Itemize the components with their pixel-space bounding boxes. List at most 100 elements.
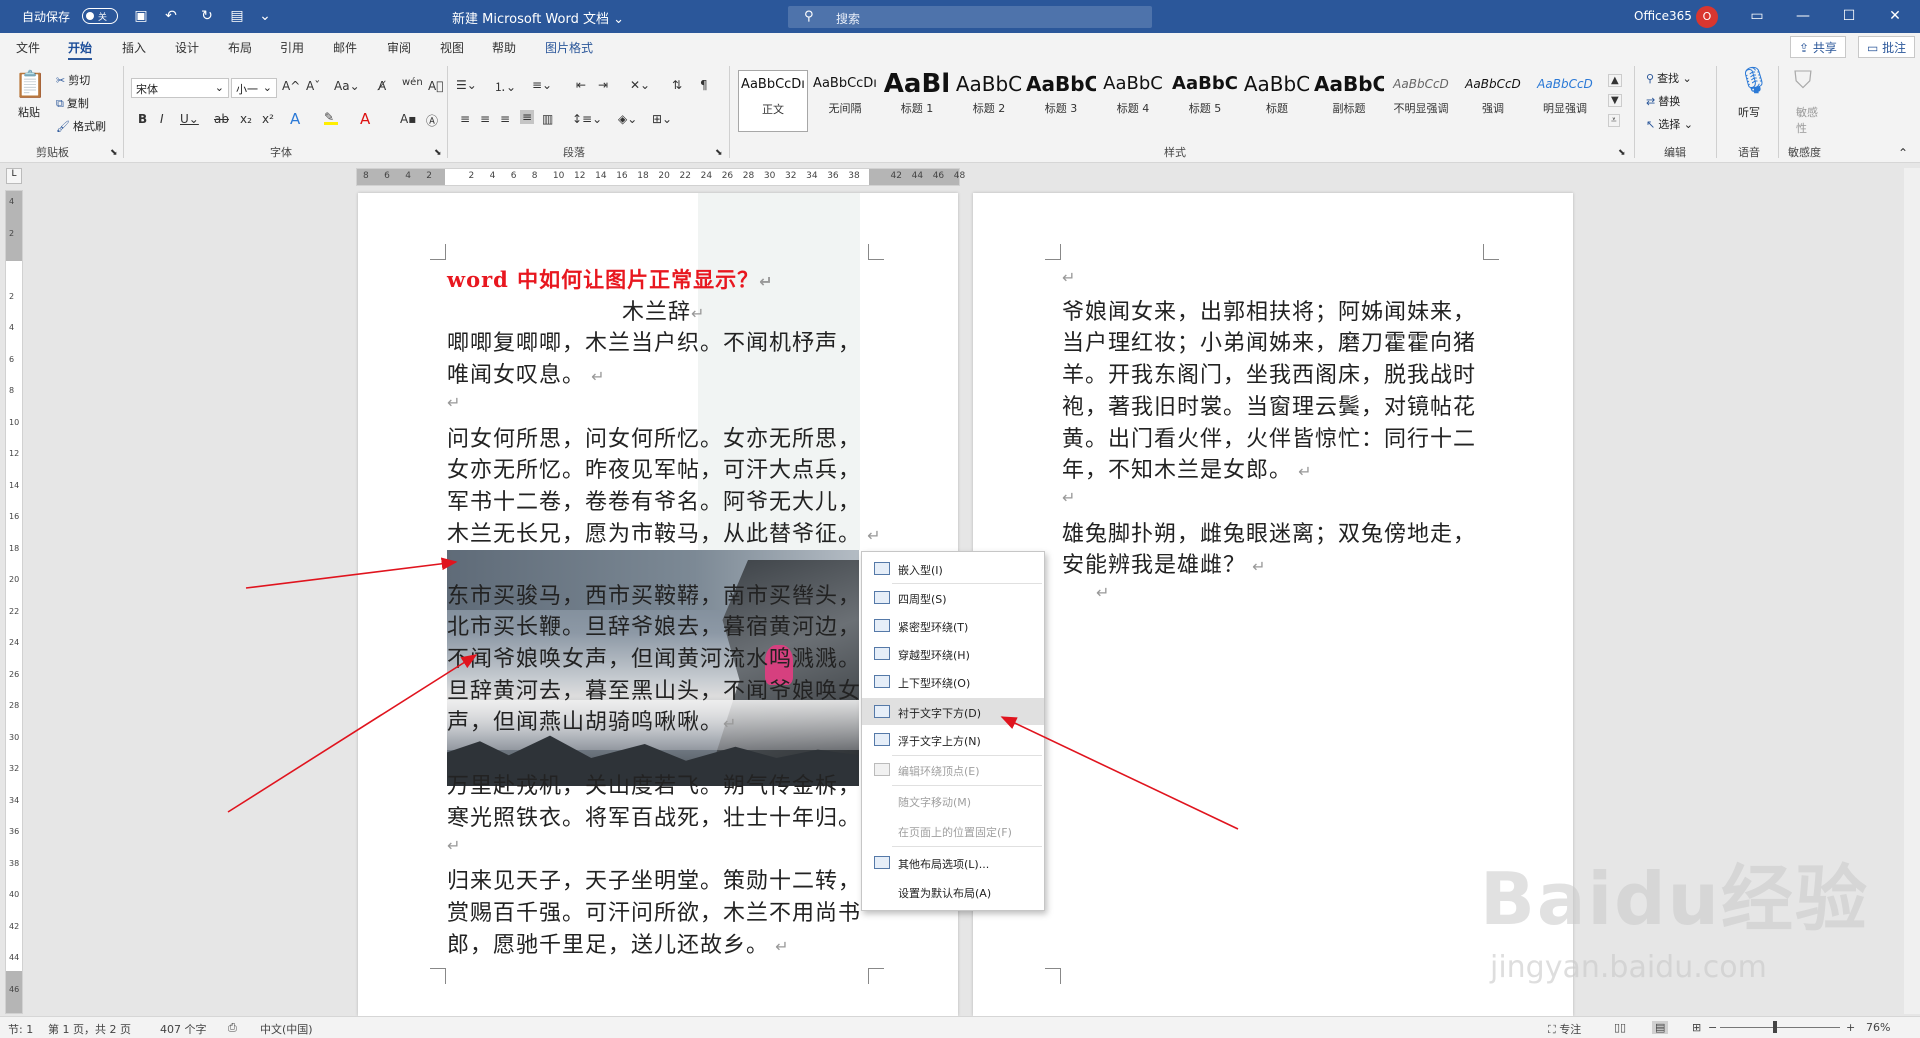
menu-item-tight[interactable]: 紧密型环绕(T) [862,614,1044,638]
paragraph-line[interactable]: ↵ [1062,484,1076,509]
char-border-icon[interactable]: A⃞ [428,79,443,93]
microphone-icon[interactable]: 🎙 [1737,66,1770,96]
tab-file[interactable]: 文件 [16,39,40,56]
multilevel-list-icon[interactable]: ≡⌄ [532,78,552,92]
zoom-in-icon[interactable]: + [1846,1021,1855,1034]
autosave-toggle[interactable]: 关 [82,8,118,24]
line-spacing-icon[interactable]: ↕≡⌄ [572,112,602,126]
menu-item-more-layout-options[interactable]: 其他布局选项(L)... [862,851,1044,875]
avatar[interactable]: O [1696,6,1718,28]
style-heading-3[interactable]: AaBbC 标题 3 [1026,70,1096,132]
print-layout-icon[interactable]: ▤ [1652,1021,1669,1034]
menu-item-top-bottom[interactable]: 上下型环绕(O) [862,670,1044,694]
launcher-icon[interactable]: ⬊ [1618,148,1626,158]
paragraph-line[interactable]: 安能辨我是雄雌？ ↵ [1062,547,1267,579]
tab-design[interactable]: 设计 [175,39,199,56]
sort-icon[interactable]: ⇅ [672,78,682,92]
style-heading-1[interactable]: AaBl 标题 1 [882,70,952,132]
underline-icon[interactable]: U⌄ [180,112,199,126]
style-emphasis[interactable]: AaBbCcD 强调 [1458,70,1528,132]
replace-button[interactable]: ⇄ 替换 [1646,93,1680,109]
undo-icon[interactable]: ↶ [160,6,182,26]
paragraph-line[interactable]: 不闻爷娘唤女声，但闻黄河流水鸣溅溅。 [447,641,861,673]
word-count[interactable]: 407 个字 [160,1021,207,1037]
paste-icon[interactable]: 📋 [14,70,46,100]
subscript-icon[interactable]: x₂ [240,112,252,126]
char-shading-icon[interactable]: A▪ [400,112,416,126]
cut-button[interactable]: ✂ 剪切 [56,72,90,88]
paragraph-line[interactable]: 赏赐百千强。可汗问所欲，木兰不用尚书 [447,895,861,927]
paragraph-line[interactable]: 北市买长鞭。旦辞爷娘去，暮宿黄河边， [447,609,861,641]
document-title[interactable]: 新建 Microsoft Word 文档 ⌄ [452,8,624,27]
menu-item-set-default-layout[interactable]: 设置为默认布局(A) [862,880,1044,904]
bullets-icon[interactable]: ☰⌄ [456,78,477,92]
launcher-icon[interactable]: ⬊ [110,148,118,158]
customize-qat-icon[interactable]: ⌄ [254,6,276,26]
italic-icon[interactable]: I [160,112,164,126]
borders-icon[interactable]: ⊞⌄ [652,112,672,126]
proofing-icon[interactable]: ⎙ [228,1021,237,1035]
document-heading[interactable]: word 中如何让图片正常显示？↵ [447,264,774,294]
font-name-combo[interactable]: 宋体 ⌄ [131,78,229,98]
style-heading-5[interactable]: AaBbC 标题 5 [1170,70,1240,132]
paragraph-line[interactable]: 年，不知木兰是女郎。 ↵ [1062,452,1313,484]
paragraph-line[interactable]: ↵ [1096,579,1110,604]
change-case-icon[interactable]: Aa⌄ [334,79,360,93]
save-icon[interactable]: ▣ [130,6,152,26]
tab-references[interactable]: 引用 [280,39,304,56]
shrink-font-icon[interactable]: Aˇ [306,79,320,93]
focus-button[interactable]: ⛶ 专注 [1548,1021,1581,1037]
launcher-icon[interactable]: ⬊ [434,148,442,158]
format-painter-button[interactable]: 🖌 格式刷 [56,118,106,134]
tab-view[interactable]: 视图 [440,39,464,56]
paragraph-line[interactable]: 雄兔脚扑朔，雌兔眼迷离；双兔傍地走， [1062,516,1476,548]
align-right-icon[interactable]: ≡ [500,112,510,126]
close-icon[interactable]: ✕ [1872,0,1918,33]
menu-item-inline[interactable]: 嵌入型(I) [862,557,1044,581]
menu-item-behind-text[interactable]: 衬于文字下方(D) [862,698,1044,725]
decrease-indent-icon[interactable]: ⇤ [576,78,586,92]
style-title[interactable]: AaBbC 标题 [1242,70,1312,132]
styles-more-icon[interactable]: ⩡ [1608,114,1620,127]
zoom-slider-thumb[interactable] [1773,1021,1777,1033]
distributed-icon[interactable]: ▥ [542,112,553,126]
paragraph-line[interactable]: 女亦无所忆。昨夜见军帖，可汗大点兵， [447,452,861,484]
style-subtitle[interactable]: AaBbC 副标题 [1314,70,1384,132]
tab-home[interactable]: 开始 [68,39,93,61]
style-heading-2[interactable]: AaBbC 标题 2 [954,70,1024,132]
redo-icon[interactable]: ↻ [196,6,218,26]
styles-scroll-up-icon[interactable]: ▲ [1608,74,1622,87]
zoom-level[interactable]: 76% [1866,1021,1890,1034]
language-indicator[interactable]: 中文(中国) [260,1021,313,1037]
strikethrough-icon[interactable]: ab [214,112,229,126]
increase-indent-icon[interactable]: ⇥ [598,78,608,92]
phonetic-guide-icon[interactable]: wén [402,77,423,88]
poem-title[interactable]: 木兰辞↵ [622,294,705,326]
launcher-icon[interactable]: ⬊ [715,148,723,158]
tab-layout[interactable]: 布局 [228,39,252,56]
maximize-icon[interactable]: ☐ [1826,0,1872,33]
zoom-slider[interactable] [1720,1027,1840,1028]
style-intense-emphasis[interactable]: AaBbCcD 明显强调 [1530,70,1600,132]
align-left-icon[interactable]: ≡ [460,112,470,126]
tab-mailings[interactable]: 邮件 [333,39,357,56]
menu-item-in-front-of-text[interactable]: 浮于文字上方(N) [862,728,1044,752]
chinese-layout-icon[interactable]: ✕⌄ [630,78,650,92]
paragraph-line[interactable]: 黄。出门看火伴，火伴皆惊忙：同行十二 [1062,421,1476,453]
paragraph-line[interactable]: 寒光照铁衣。将军百战死，壮士十年归。 [447,800,861,832]
horizontal-ruler[interactable]: 8 6 4 2 2 4 6 8 10 12 14 16 18 20 22 24 26 28 30 32 34 36 38 42… [356,168,965,186]
paragraph-line[interactable]: 旦辞黄河去，暮至黑山头，不闻爷娘唤女 [447,673,861,705]
paragraph-line[interactable]: 郎，愿驰千里足，送儿还故乡。 ↵ [447,927,790,959]
font-size-combo[interactable]: 小一 ⌄ [231,78,277,98]
vertical-ruler[interactable]: 4 2 2 4 6 8 10 12 14 16 18 20 22 24 26 28 30 32 34 36 38 40 42… [5,190,23,1014]
paragraph-line[interactable]: 东市买骏马，西市买鞍鞯，南市买辔头， [447,578,861,610]
menu-item-through[interactable]: 穿越型环绕(H) [862,642,1044,666]
shading-icon[interactable]: ◈⌄ [618,112,637,126]
paragraph-line[interactable]: 当户理红妆；小弟闻姊来，磨刀霍霍向猪 [1062,325,1476,357]
tab-picture-format[interactable]: 图片格式 [545,39,593,56]
paste-button[interactable]: 粘贴 [18,104,40,120]
paragraph-line[interactable]: 唧唧复唧唧，木兰当户织。不闻机杼声， [447,325,861,357]
tab-help[interactable]: 帮助 [492,39,516,56]
vertical-scrollbar[interactable] [1904,168,1920,1014]
paragraph-line[interactable]: 万里赴戎机，关山度若飞。朔气传金柝， [447,768,861,800]
